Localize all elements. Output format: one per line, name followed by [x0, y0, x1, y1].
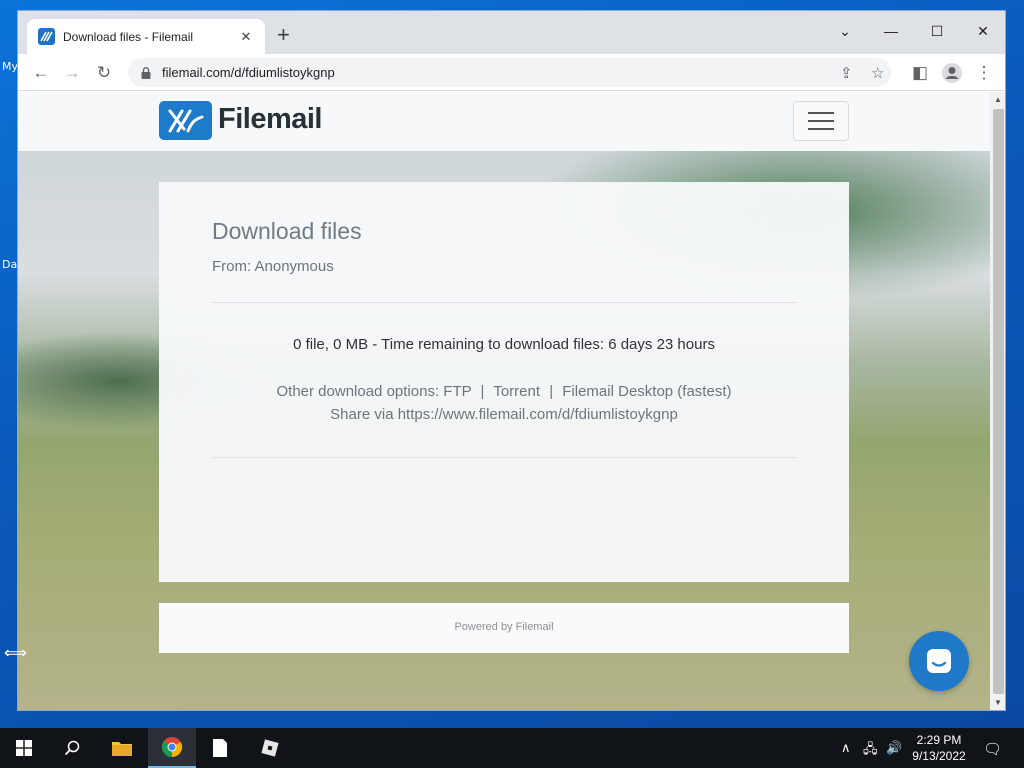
hamburger-line: [808, 120, 834, 122]
separator: |: [549, 383, 554, 400]
profile-avatar-icon[interactable]: [939, 60, 965, 86]
taskbar-clock[interactable]: 2:29 PM 9/13/2022: [905, 732, 973, 764]
download-options-label: Other download options:: [276, 383, 440, 400]
site-logo-text[interactable]: Filemail: [218, 103, 323, 136]
share-icon[interactable]: ⇪: [840, 64, 853, 82]
hamburger-line: [808, 112, 834, 114]
scroll-up-arrow-icon[interactable]: ▲: [994, 95, 1002, 104]
search-button[interactable]: [48, 728, 96, 768]
hamburger-menu-button[interactable]: [793, 101, 849, 141]
file-summary: 0 file, 0 MB - Time remaining to downloa…: [293, 336, 715, 353]
page-viewport: Filemail Download files From: Anonymous …: [18, 92, 990, 710]
separator: |: [480, 383, 485, 400]
browser-menu-icon[interactable]: ⋮: [971, 60, 997, 86]
network-icon[interactable]: 🖧: [863, 740, 878, 762]
tab-search-icon[interactable]: ⌄: [822, 17, 868, 45]
page-title: Download files: [212, 218, 362, 244]
site-header: Filemail: [18, 92, 990, 151]
url-text: filemail.com/d/fdiumlistoykgnp: [162, 65, 335, 80]
filemail-logo-icon[interactable]: [159, 101, 212, 140]
notifications-icon[interactable]: 🗨: [983, 740, 1002, 758]
footer: Powered by Filemail: [159, 603, 849, 653]
ftp-link[interactable]: FTP: [443, 383, 471, 400]
filemail-desktop-link[interactable]: Filemail Desktop (fastest): [562, 383, 731, 400]
divider: [212, 302, 797, 303]
new-tab-button[interactable]: +: [277, 24, 290, 46]
search-icon: [64, 740, 80, 756]
chat-launcher-button[interactable]: [909, 631, 969, 691]
share-url-link[interactable]: https://www.filemail.com/d/fdiumlistoykg…: [398, 406, 678, 423]
share-line: Share via https://www.filemail.com/d/fdi…: [159, 406, 849, 423]
divider: [212, 457, 797, 458]
desktop-icon-label[interactable]: My: [2, 60, 18, 73]
minimize-button[interactable]: —: [868, 17, 914, 45]
page-scrollbar[interactable]: ▲ ▼: [990, 92, 1005, 710]
back-button[interactable]: ←: [28, 60, 54, 86]
clock-date: 9/13/2022: [912, 749, 966, 763]
sender-label: From: Anonymous: [212, 258, 334, 275]
bookmark-star-icon[interactable]: ☆: [871, 64, 884, 82]
share-label: Share via: [330, 406, 394, 423]
filemail-favicon-icon: [38, 28, 55, 45]
windows-logo-icon: [16, 740, 32, 756]
browser-toolbar: ← → ↻ filemail.com/d/fdiumlistoykgnp ⇪ ☆…: [18, 54, 1005, 91]
notepad-taskbar-button[interactable]: [196, 728, 244, 768]
start-button[interactable]: [0, 728, 48, 768]
roblox-icon: [261, 739, 279, 757]
roblox-taskbar-button[interactable]: [246, 728, 294, 768]
torrent-link[interactable]: Torrent: [493, 383, 540, 400]
chrome-icon: [161, 737, 183, 758]
tab-bar: Download files - Filemail ✕ + ⌄ — ☐ ✕: [18, 11, 1005, 54]
chat-icon: [927, 649, 951, 673]
desktop-icon-label[interactable]: Da: [2, 258, 17, 271]
show-hidden-icons-chevron-icon[interactable]: ∧: [841, 740, 851, 756]
maximize-button[interactable]: ☐: [914, 17, 960, 45]
lock-icon: [141, 66, 151, 79]
tab-download-files[interactable]: Download files - Filemail ✕: [27, 19, 265, 54]
browser-window: Download files - Filemail ✕ + ⌄ — ☐ ✕ ← …: [17, 10, 1006, 711]
chrome-taskbar-button[interactable]: [148, 728, 196, 768]
download-options: Other download options: FTP | Torrent | …: [159, 383, 849, 400]
powered-by-link[interactable]: Powered by Filemail: [454, 621, 553, 633]
forward-button[interactable]: →: [59, 60, 85, 86]
scrollbar-thumb[interactable]: [993, 109, 1004, 694]
close-tab-icon[interactable]: ✕: [237, 29, 255, 45]
side-panel-icon[interactable]: ◧: [907, 60, 933, 86]
folder-icon: [112, 742, 132, 756]
document-icon: [213, 739, 227, 757]
volume-icon[interactable]: 🔊: [886, 740, 902, 756]
clock-time: 2:29 PM: [916, 733, 962, 747]
close-window-button[interactable]: ✕: [960, 17, 1005, 45]
tab-title: Download files - Filemail: [63, 29, 194, 44]
file-explorer-taskbar-button[interactable]: [98, 728, 146, 768]
reload-button[interactable]: ↻: [91, 60, 117, 86]
taskbar: ∧ 🖧 🔊 2:29 PM 9/13/2022 🗨: [0, 728, 1024, 768]
scroll-down-arrow-icon[interactable]: ▼: [994, 698, 1002, 707]
hamburger-line: [808, 128, 834, 130]
address-bar[interactable]: filemail.com/d/fdiumlistoykgnp ⇪ ☆: [128, 58, 891, 87]
resize-cursor-icon: ⟺: [4, 645, 27, 662]
download-card: Download files From: Anonymous 0 file, 0…: [159, 182, 849, 582]
